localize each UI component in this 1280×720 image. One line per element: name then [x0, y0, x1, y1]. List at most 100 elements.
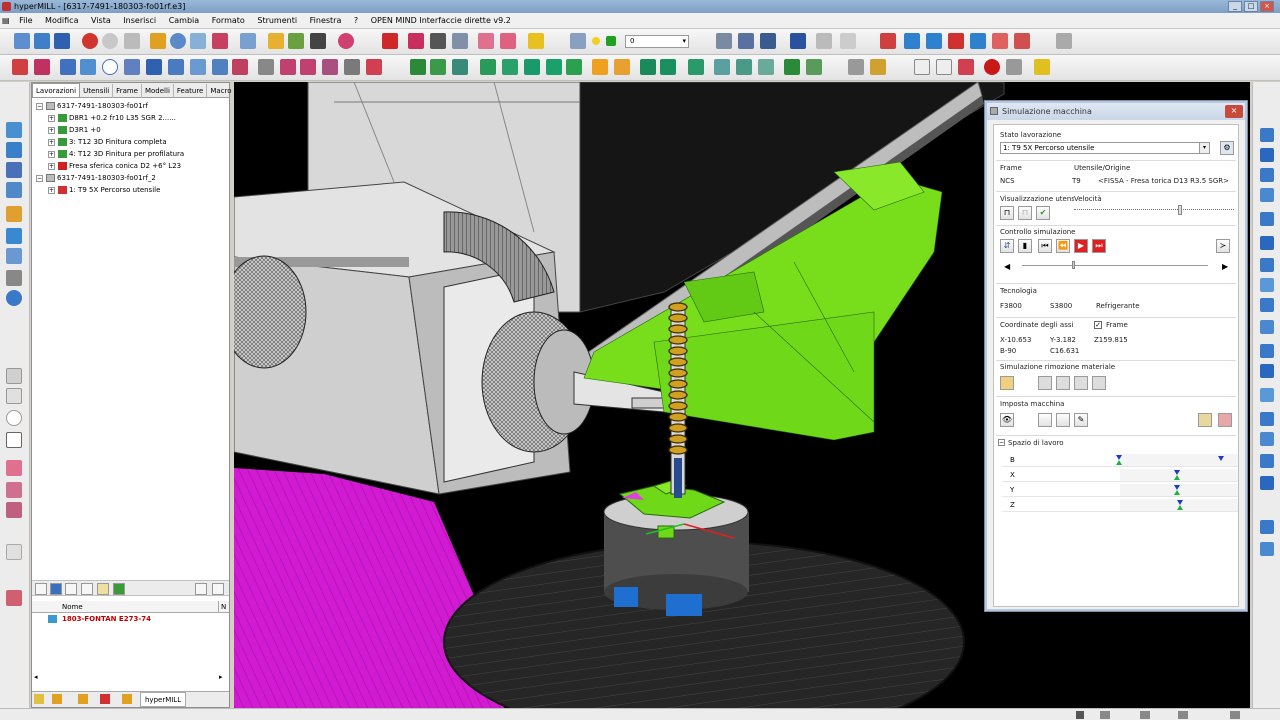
solid-extrude-icon[interactable] [430, 59, 446, 75]
hidden-icon[interactable] [926, 33, 942, 49]
tab-modelli[interactable]: Modelli [142, 84, 174, 98]
shade-icon[interactable] [880, 33, 896, 49]
right-tool-4-icon[interactable] [1260, 188, 1274, 202]
question-icon[interactable] [6, 290, 22, 306]
menu-strumenti[interactable]: Strumenti [252, 13, 302, 29]
view-rotate-icon[interactable] [840, 33, 856, 49]
boolean-union-icon[interactable] [640, 59, 656, 75]
material-icon[interactable] [992, 33, 1008, 49]
tree-item-job-4[interactable]: +4: T12 3D Finitura per profilatura [32, 148, 229, 160]
chamfer-icon[interactable] [500, 33, 516, 49]
right-tool-10-icon[interactable] [1260, 320, 1274, 334]
draw-fillet-icon[interactable] [6, 482, 22, 498]
table-icon[interactable] [240, 33, 256, 49]
arc-icon[interactable] [80, 59, 96, 75]
tools-icon[interactable] [6, 270, 22, 286]
right-tool-18-icon[interactable] [1260, 520, 1274, 534]
draw-arc-icon[interactable] [6, 460, 22, 476]
stock-option-2-icon[interactable] [1056, 376, 1070, 390]
dialog-close-button[interactable]: × [1225, 105, 1243, 118]
select-chain-icon[interactable] [958, 59, 974, 75]
help-icon[interactable] [338, 33, 354, 49]
right-tool-11-icon[interactable] [1260, 344, 1274, 358]
copy-icon[interactable] [124, 33, 140, 49]
point-icon[interactable] [60, 59, 76, 75]
tree-item-job-5[interactable]: + Fresa sferica conica D2 +6° L23 [32, 160, 229, 172]
stock-option-3-icon[interactable] [1074, 376, 1088, 390]
tab-icon-3[interactable] [78, 694, 88, 704]
sim-first-icon[interactable]: ⏮ [1038, 239, 1052, 253]
right-tool-14-icon[interactable] [1260, 412, 1274, 426]
feature-edit-icon[interactable] [806, 59, 822, 75]
view-fit-icon[interactable] [760, 33, 776, 49]
solid-box-icon[interactable] [410, 59, 426, 75]
view-front-icon[interactable] [738, 33, 754, 49]
settings-icon[interactable] [1056, 33, 1072, 49]
machine-pencil-icon[interactable]: ✎ [1074, 413, 1088, 427]
status-icon-3[interactable] [1140, 711, 1150, 719]
tree-item-job-1[interactable]: + D8R1 +0.2 fr10 L35 SGR 2...... [32, 112, 229, 124]
select-arrow-icon[interactable] [914, 59, 930, 75]
expand-icon[interactable]: + [48, 138, 55, 146]
tool-display-icon[interactable]: ⊓ [1000, 206, 1014, 220]
solid-fillet-icon[interactable] [592, 59, 608, 75]
right-tool-17-icon[interactable] [1260, 476, 1274, 490]
sim-stop-icon[interactable]: ▮ [1018, 239, 1032, 253]
stato-select[interactable]: 1: T9 5X Percorso utensile ▾ [1000, 142, 1210, 154]
texture-icon[interactable] [1014, 33, 1030, 49]
render-icon[interactable] [310, 33, 326, 49]
browser-toggle-icon[interactable] [6, 122, 22, 138]
view-top-icon[interactable] [816, 33, 832, 49]
position-slider-thumb[interactable] [1072, 261, 1075, 269]
dialog-title-bar[interactable]: Simulazione macchina × [987, 103, 1245, 120]
right-tool-13-icon[interactable] [1260, 388, 1274, 402]
analysis-icon[interactable] [870, 59, 886, 75]
extend-icon[interactable] [452, 33, 468, 49]
layer-icon[interactable] [288, 33, 304, 49]
box-icon[interactable] [150, 33, 166, 49]
machine-tool-icon[interactable] [1056, 413, 1070, 427]
layer-select[interactable]: 0 ▾ [625, 35, 689, 48]
draw-trim-icon[interactable] [6, 502, 22, 518]
polyline-icon[interactable] [34, 59, 50, 75]
mesh-repair-icon[interactable] [736, 59, 752, 75]
status-icon-4[interactable] [1178, 711, 1188, 719]
expand-icon[interactable]: + [48, 114, 55, 122]
save-icon[interactable] [54, 33, 70, 49]
boolean-intersect-icon[interactable] [688, 59, 704, 75]
tab-icon-4[interactable] [100, 694, 110, 704]
surface-icon[interactable] [190, 59, 206, 75]
machine-axes-icon[interactable] [1038, 413, 1052, 427]
undo-icon[interactable] [82, 33, 98, 49]
tab-utensili[interactable]: Utensili [80, 84, 114, 98]
line-icon[interactable] [12, 59, 28, 75]
filter-icon[interactable] [1006, 59, 1022, 75]
tree-item-job-3[interactable]: +3: T12 3D Finitura completa [32, 136, 229, 148]
light-icon[interactable] [592, 37, 600, 45]
solid-sweep-icon[interactable] [480, 59, 496, 75]
sketch-icon[interactable] [6, 368, 22, 384]
menu-inserisci[interactable]: Inserisci [118, 13, 161, 29]
zoom-icon[interactable] [170, 33, 186, 49]
cut-icon[interactable] [430, 33, 446, 49]
stock-icon[interactable] [1000, 376, 1014, 390]
section-icon[interactable] [948, 33, 964, 49]
select-box-icon[interactable] [936, 59, 952, 75]
velocita-slider-thumb[interactable] [1178, 205, 1182, 215]
stock-option-1-icon[interactable] [1038, 376, 1052, 390]
expand-icon[interactable]: + [48, 126, 55, 134]
right-tool-16-icon[interactable] [1260, 454, 1274, 468]
solid-shell-icon[interactable] [524, 59, 540, 75]
menu-app-icon[interactable]: ▤ [0, 13, 12, 29]
tree-item-job-2[interactable]: + D3R1 +0 [32, 124, 229, 136]
new-icon[interactable] [14, 33, 30, 49]
check-icon[interactable] [97, 583, 109, 595]
status-icon-5[interactable] [1230, 711, 1240, 719]
status-icon-2[interactable] [1100, 711, 1110, 719]
right-tool-15-icon[interactable] [1260, 432, 1274, 446]
holder-display-icon[interactable]: ⊓ [1018, 206, 1032, 220]
calc-icon[interactable] [6, 182, 22, 198]
stato-settings-icon[interactable]: ⚙ [1220, 141, 1234, 155]
report-icon[interactable] [6, 248, 22, 264]
solid-hole-icon[interactable] [566, 59, 582, 75]
